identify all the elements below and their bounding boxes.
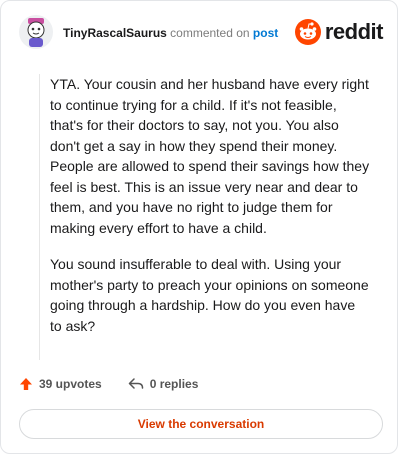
avatar-icon bbox=[19, 15, 53, 49]
user-avatar[interactable] bbox=[19, 15, 53, 49]
username[interactable]: TinyRascalSaurus bbox=[63, 26, 167, 40]
comment-actions: 39 upvotes 0 replies bbox=[19, 373, 224, 395]
upvote-button[interactable]: 39 upvotes bbox=[19, 377, 102, 391]
upvote-arrow-icon bbox=[20, 378, 32, 390]
upvote-count: 39 upvotes bbox=[39, 377, 102, 391]
post-link[interactable]: post bbox=[253, 26, 278, 40]
reply-count: 0 replies bbox=[149, 377, 199, 391]
comment-paragraph: You sound insufferable to deal with. Usi… bbox=[50, 256, 369, 334]
replies-button[interactable]: 0 replies bbox=[128, 377, 199, 391]
byline: TinyRascalSaurus commented on post bbox=[63, 25, 278, 41]
view-conversation-button[interactable]: View the conversation bbox=[19, 409, 383, 439]
comment-header: TinyRascalSaurus commented on post reddi… bbox=[19, 15, 384, 55]
comment-card: TinyRascalSaurus commented on post reddi… bbox=[0, 0, 398, 454]
reddit-wordmark: reddit bbox=[324, 19, 384, 44]
commented-on-text: commented on bbox=[170, 26, 250, 40]
reddit-logo[interactable]: reddit bbox=[294, 19, 384, 45]
reddit-snoo-icon bbox=[294, 19, 321, 45]
reply-arrow-icon bbox=[128, 378, 143, 389]
comment-body: YTA. Your cousin and her husband have ev… bbox=[39, 74, 370, 360]
comment-paragraph: YTA. Your cousin and her husband have ev… bbox=[50, 76, 370, 236]
